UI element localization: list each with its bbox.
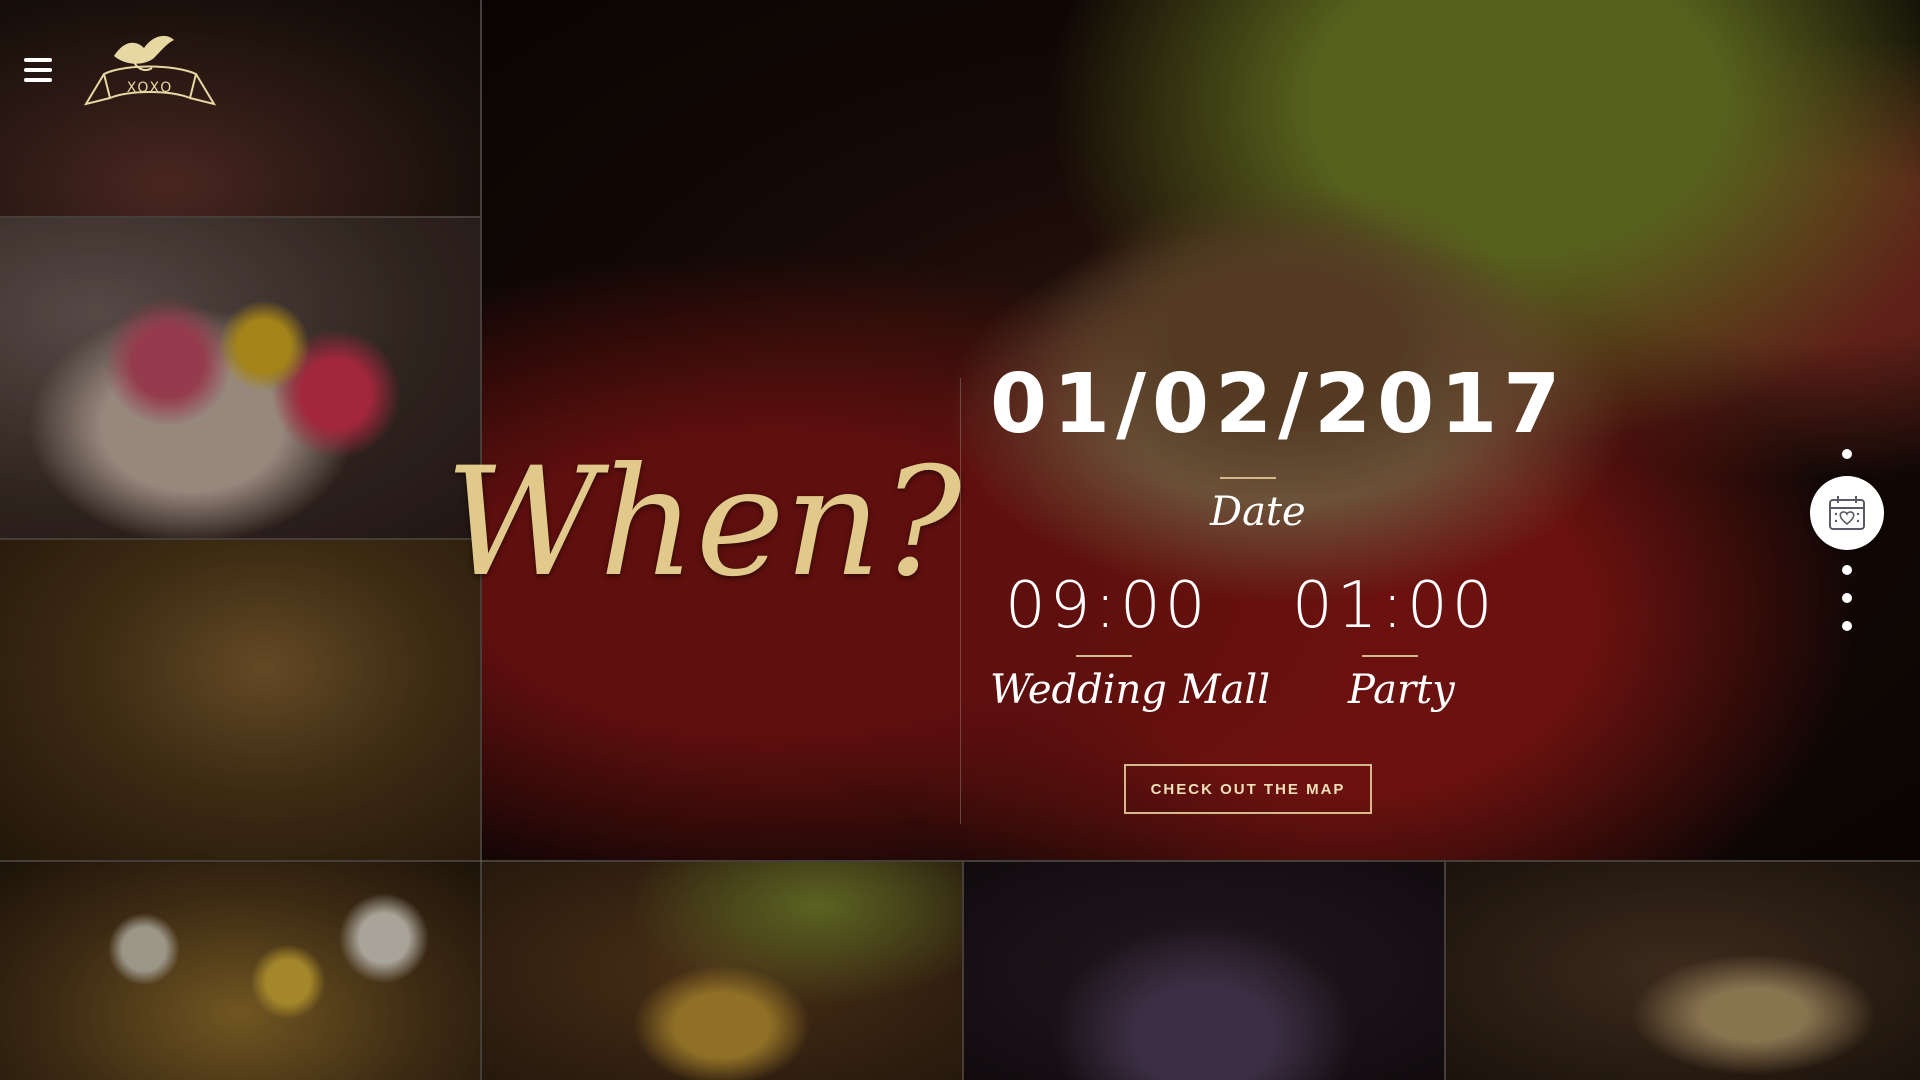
check-map-button[interactable]: CHECK OUT THE MAP [1124, 764, 1372, 814]
section-nav-active[interactable] [1810, 476, 1884, 550]
section-nav-dot[interactable] [1842, 593, 1852, 603]
section-nav-dot[interactable] [1842, 621, 1852, 631]
grid-divider [0, 860, 1920, 862]
photo-tile-brass-lamp [1446, 862, 1920, 1080]
event-time-party: 01:00 [1292, 569, 1497, 643]
event-time-ceremony: 09:00 [1005, 569, 1210, 643]
hamburger-menu-icon [24, 58, 52, 62]
section-nav-dot[interactable] [1842, 449, 1852, 459]
event-label-party: Party [1348, 667, 1455, 713]
time-separator [1076, 655, 1132, 657]
photo-tile-brass-pot [482, 862, 962, 1080]
logo-text: XOXO [126, 80, 174, 96]
grid-divider [962, 862, 964, 1080]
time-separator [1362, 655, 1418, 657]
dove-ribbon-icon [83, 35, 217, 106]
section-title: When? [445, 436, 962, 610]
grid-divider [0, 216, 480, 218]
vertical-divider [960, 378, 961, 824]
event-label-ceremony: Wedding Mall [990, 667, 1270, 713]
photo-tile-sweets [0, 862, 480, 1080]
photo-tile-embroidery [964, 862, 1444, 1080]
grid-divider [1444, 862, 1446, 1080]
photo-tile-oil-lamp [0, 0, 480, 216]
logo[interactable]: XOXO [74, 18, 224, 122]
menu-button[interactable] [24, 58, 52, 82]
event-date: 01/02/2017 [990, 357, 1567, 452]
section-nav-dot[interactable] [1842, 565, 1852, 575]
calendar-heart-icon [1829, 496, 1865, 530]
date-separator [1220, 477, 1276, 479]
photo-tile-flower-plate [0, 218, 480, 538]
grid-divider [0, 538, 480, 540]
date-label: Date [1210, 489, 1306, 535]
photo-tile-bell [0, 540, 480, 860]
